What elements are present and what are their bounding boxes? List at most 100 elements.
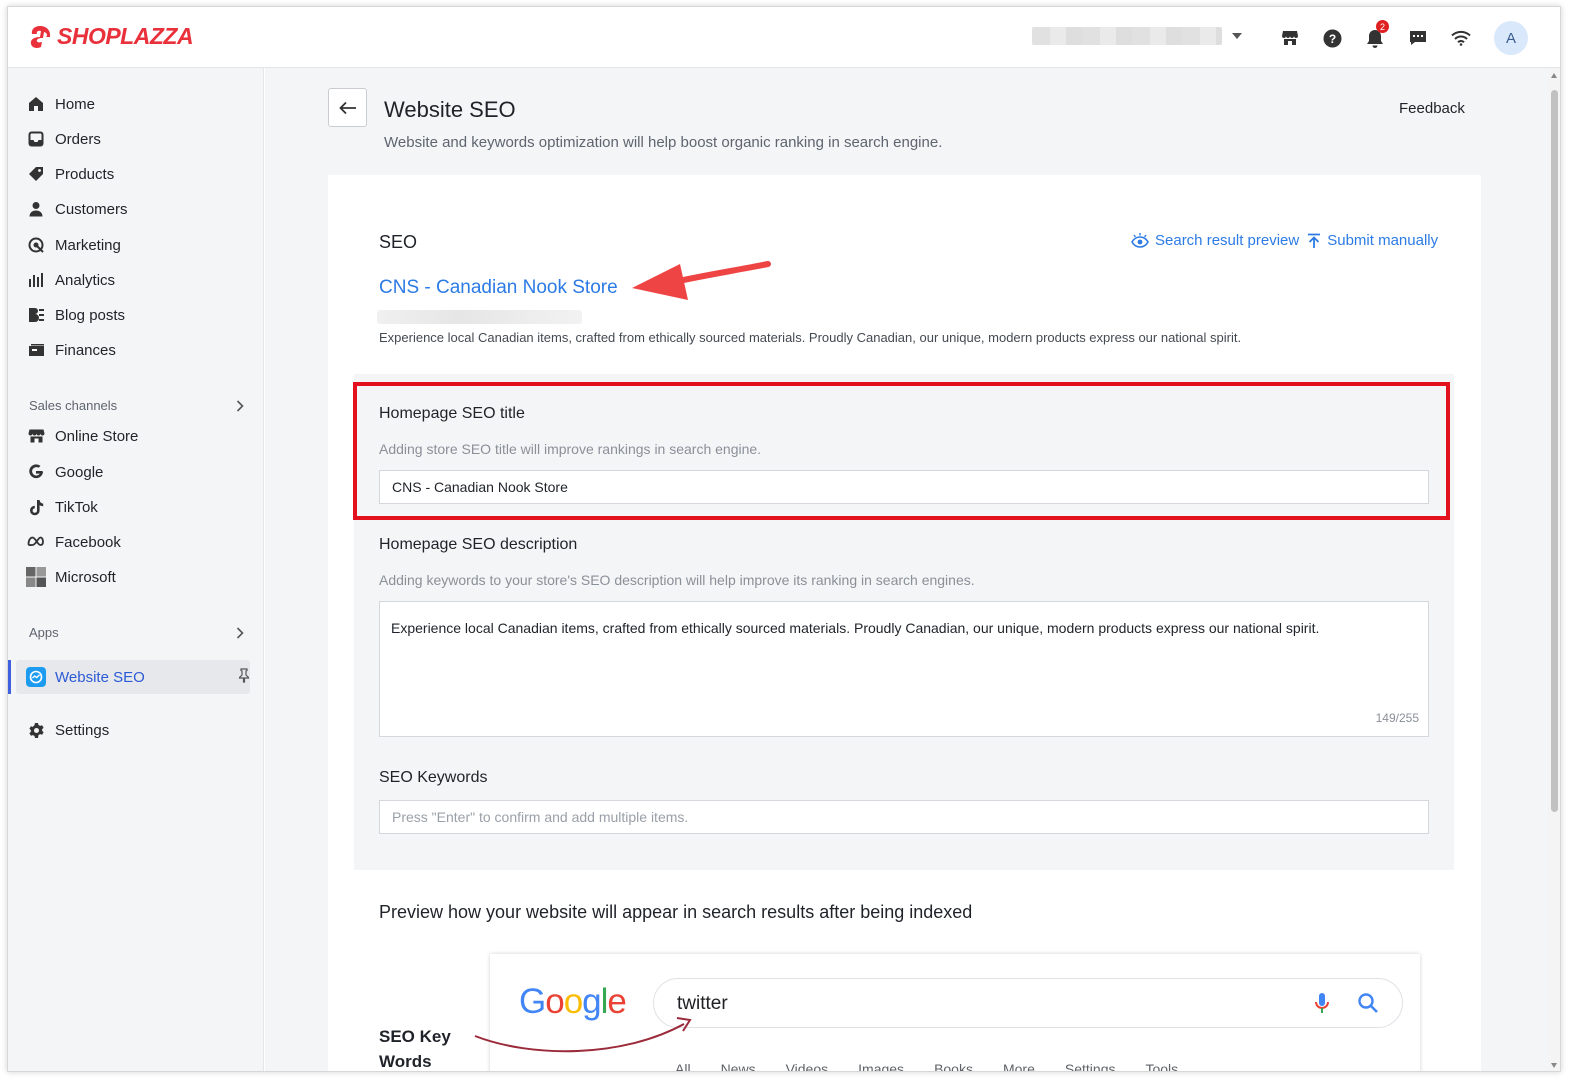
scrollbar[interactable]	[1548, 68, 1560, 1071]
google-tab: All	[675, 1061, 691, 1072]
google-tab: Images	[858, 1061, 905, 1072]
highlight-box	[353, 382, 1450, 520]
active-indicator	[8, 660, 11, 694]
sidebar-item-facebook[interactable]: Facebook	[26, 529, 256, 555]
google-tab: More	[1002, 1061, 1035, 1072]
sidebar-item-tiktok[interactable]: TikTok	[26, 494, 256, 520]
google-search-box: twitter	[653, 978, 1403, 1028]
sidebar-item-website-seo[interactable]: Website SEO	[26, 664, 256, 690]
bell-icon[interactable]: 2	[1364, 20, 1389, 49]
avatar[interactable]: A	[1494, 21, 1528, 55]
back-button[interactable]	[328, 88, 367, 127]
finances-icon	[26, 340, 46, 360]
store-icon	[26, 426, 46, 446]
scrollbar-thumb[interactable]	[1551, 90, 1558, 812]
sidebar-item-home[interactable]: Home	[26, 91, 256, 117]
sidebar-item-label: Facebook	[55, 533, 121, 551]
seo-keywords-annotation: SEO Key Words	[379, 1027, 451, 1071]
sidebar-item-label: Orders	[55, 130, 101, 148]
sidebar-item-orders[interactable]: Orders	[26, 126, 256, 152]
chevron-right-icon	[236, 626, 244, 639]
google-tab: Books	[934, 1061, 973, 1072]
shoplazza-logo-icon	[30, 25, 51, 48]
sidebar-item-google[interactable]: Google	[26, 459, 256, 485]
gear-icon	[26, 720, 46, 740]
meta-icon	[26, 532, 46, 552]
seo-keywords-label: SEO Keywords	[379, 769, 488, 786]
sidebar-item-analytics[interactable]: Analytics	[26, 267, 256, 293]
seo-card: SEO Search result preview Submit manuall…	[328, 175, 1481, 1072]
scroll-down-icon[interactable]	[1551, 1063, 1557, 1068]
notification-badge: 2	[1376, 20, 1389, 33]
sidebar-item-label: Online Store	[55, 427, 139, 445]
google-logo-letter: o	[545, 982, 564, 1021]
help-icon[interactable]: ?	[1321, 27, 1343, 49]
tag-icon	[26, 164, 46, 184]
person-icon	[26, 199, 46, 219]
snippet-description: Experience local Canadian items, crafted…	[379, 330, 1242, 345]
sidebar-item-microsoft[interactable]: Microsoft	[26, 564, 256, 590]
wifi-icon[interactable]	[1450, 27, 1472, 49]
google-tab: News	[720, 1061, 756, 1072]
sidebar-item-label: Analytics	[55, 271, 116, 289]
upload-icon	[1308, 233, 1321, 248]
feedback-link[interactable]: Feedback	[1399, 100, 1465, 117]
homepage-seo-description-textarea[interactable]: Experience local Canadian items, crafted…	[379, 601, 1429, 737]
apps-header[interactable]: Apps	[29, 625, 244, 640]
google-tab: Tools	[1145, 1061, 1179, 1072]
character-counter: 149/255	[1375, 711, 1419, 725]
google-preview-image: Google twitter All News Videos Images Books M…	[490, 954, 1420, 1072]
seo-actions: Search result preview Submit manually	[1123, 232, 1438, 249]
sidebar-item-label: Finances	[55, 341, 116, 359]
chevron-down-icon	[1232, 33, 1242, 39]
sidebar: Home Orders Products Customers Marketing…	[8, 68, 264, 1071]
website-seo-icon	[26, 667, 46, 687]
google-tabs: All News Videos Images Books More Settings Tool…	[675, 1061, 1208, 1072]
microsoft-icon	[26, 567, 46, 587]
seo-keywords-input[interactable]: Press "Enter" to confirm and add multipl…	[379, 800, 1429, 834]
svg-text:?: ?	[1328, 32, 1335, 46]
google-query: twitter	[677, 993, 728, 1014]
brand-name: SHOPLAZZA	[57, 23, 194, 49]
pin-icon[interactable]	[238, 667, 250, 687]
store-selector[interactable]	[1032, 25, 1250, 47]
google-tab: Settings	[1064, 1061, 1116, 1072]
sidebar-item-label: Website SEO	[55, 668, 145, 686]
submit-manually-link[interactable]: Submit manually	[1307, 232, 1438, 249]
sidebar-item-label: Blog posts	[55, 306, 126, 324]
sales-channels-header[interactable]: Sales channels	[29, 398, 244, 413]
chevron-right-icon	[236, 399, 244, 412]
homepage-seo-description-label: Homepage SEO description	[379, 536, 578, 553]
sidebar-item-finances[interactable]: Finances	[26, 337, 256, 363]
google-icon	[26, 462, 46, 482]
shoplazza-logo[interactable]: SHOPLAZZA	[28, 23, 194, 50]
eye-icon	[1131, 232, 1149, 248]
snippet-title[interactable]: CNS - Canadian Nook Store	[379, 277, 618, 299]
message-icon[interactable]	[1407, 27, 1429, 49]
google-logo-letter: e	[607, 982, 626, 1021]
preview-heading: Preview how your website will appear in …	[379, 902, 973, 922]
scroll-up-icon[interactable]	[1551, 73, 1557, 78]
search-result-preview-link[interactable]: Search result preview	[1131, 232, 1299, 249]
store-name-redacted	[1032, 27, 1222, 45]
sidebar-item-marketing[interactable]: Marketing	[26, 232, 256, 258]
main-content: Website SEO Website and keywords optimiz…	[265, 68, 1548, 1072]
sidebar-item-label: Google	[55, 463, 104, 481]
store-icon[interactable]	[1279, 27, 1301, 49]
sidebar-item-blog-posts[interactable]: Blog posts	[26, 302, 256, 328]
marketing-icon	[26, 235, 46, 255]
search-icon	[1358, 993, 1378, 1013]
seo-section-label: SEO	[379, 232, 418, 252]
google-logo-letter: o	[563, 982, 583, 1021]
arrow-left-icon	[338, 101, 356, 114]
sidebar-item-online-store[interactable]: Online Store	[26, 423, 256, 449]
tiktok-icon	[26, 497, 46, 517]
page-subtitle: Website and keywords optimization will h…	[384, 134, 943, 151]
sidebar-item-products[interactable]: Products	[26, 161, 256, 187]
bar-chart-icon	[26, 270, 46, 290]
google-tab: Videos	[785, 1061, 829, 1072]
blog-icon	[26, 305, 46, 325]
sidebar-item-settings[interactable]: Settings	[26, 717, 256, 743]
google-logo-letter: G	[519, 982, 546, 1021]
sidebar-item-customers[interactable]: Customers	[26, 196, 256, 222]
